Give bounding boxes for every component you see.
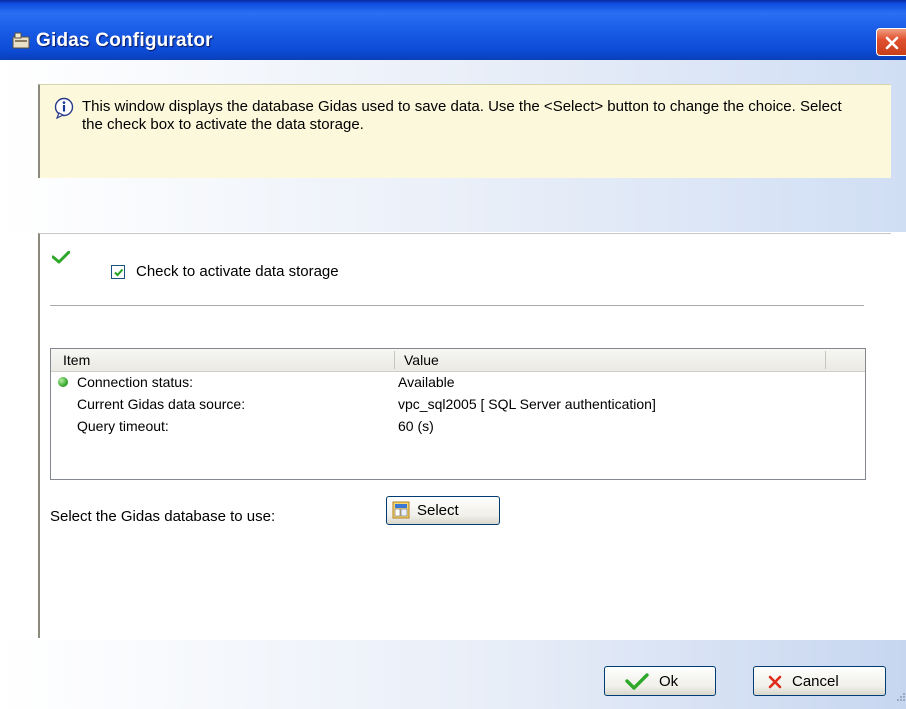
column-separator[interactable] [394,351,395,369]
main-panel: Check to activate data storage Item Valu… [38,233,891,638]
list-header: Item Value [51,349,865,372]
cancel-button-label: Cancel [792,673,839,690]
list-row-query-timeout[interactable]: Query timeout: 60 (s) [51,416,865,438]
row-item: Current Gidas data source: [77,396,246,412]
row-value: vpc_sql2005 [ SQL Server authentication] [398,396,656,412]
row-value: 60 (s) [398,418,434,434]
gidas-configurator-window: Gidas Configurator This window displays … [0,0,906,709]
select-database-button[interactable]: Select [386,496,500,525]
info-icon [54,97,74,119]
window-title: Gidas Configurator [36,30,213,51]
list-row-data-source[interactable]: Current Gidas data source: vpc_sql2005 [… [51,394,865,416]
close-button[interactable] [876,28,906,56]
app-icon [12,32,30,49]
database-window-icon [392,501,410,519]
title-bar[interactable]: Gidas Configurator [0,0,906,60]
activate-storage-checkbox[interactable] [111,265,125,279]
row-item: Query timeout: [77,418,169,434]
ok-button-label: Ok [659,673,679,690]
green-check-icon [52,251,70,264]
window-client-area: This window displays the database Gidas … [0,60,906,709]
datasource-list[interactable]: Item Value Connection status: Available … [50,348,866,480]
section-divider [50,305,864,306]
row-item: Connection status: [77,374,193,390]
green-status-dot-icon [58,377,68,387]
checkmark-icon [114,268,124,277]
row-value: Available [398,374,455,390]
select-database-label: Select the Gidas database to use: [50,508,276,525]
select-button-label: Select [417,502,459,519]
ok-button[interactable]: Ok [604,666,716,696]
close-icon [885,36,899,50]
activate-storage-label[interactable]: Check to activate data storage [136,263,339,280]
info-text: This window displays the database Gidas … [82,98,842,133]
list-row-connection-status[interactable]: Connection status: Available [51,372,865,394]
column-header-value[interactable]: Value [404,352,439,368]
resize-grip-icon[interactable] [896,692,906,702]
cancel-button[interactable]: Cancel [753,666,886,696]
green-check-icon [625,673,649,690]
info-banner: This window displays the database Gidas … [38,84,891,178]
column-header-item[interactable]: Item [63,352,90,368]
column-separator[interactable] [825,351,826,369]
red-x-icon [768,675,782,689]
